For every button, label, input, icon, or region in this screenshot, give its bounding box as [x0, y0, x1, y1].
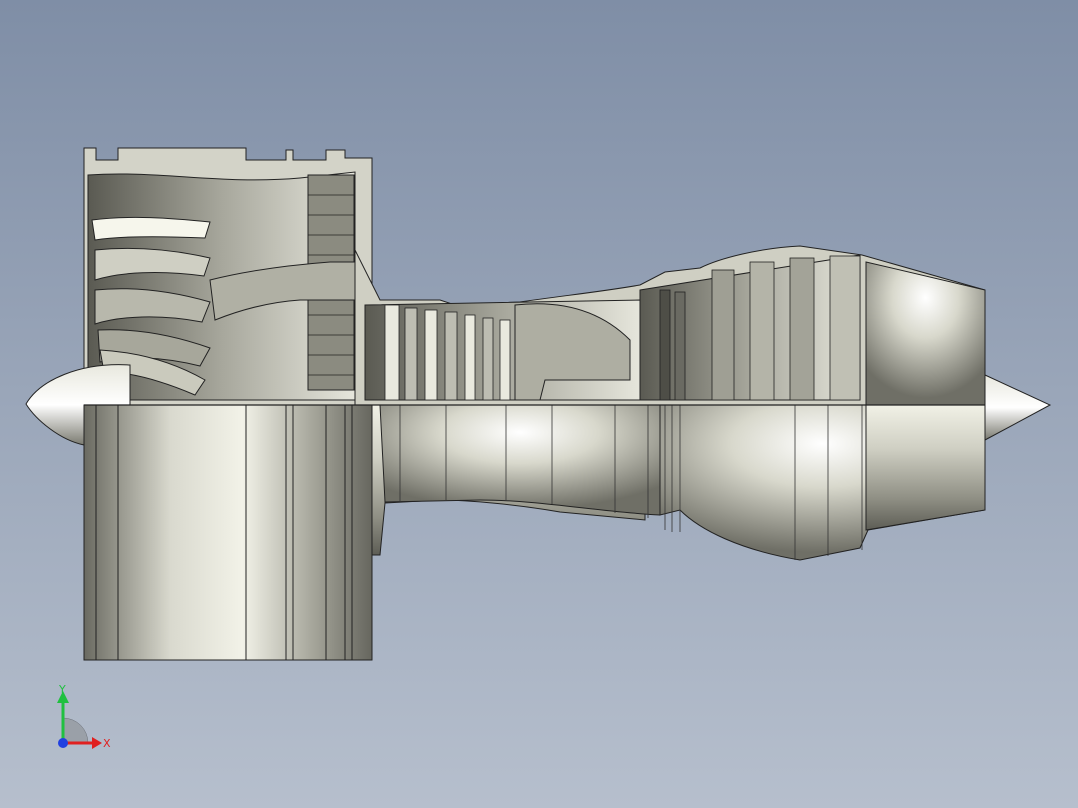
triad-sector [62, 717, 89, 744]
graphics-viewport[interactable]: Y X [0, 0, 1078, 808]
nozzle-upper [865, 261, 986, 406]
coordinate-triad: Y X [57, 685, 111, 750]
core-waist [379, 404, 661, 516]
z-axis-dot [58, 738, 68, 748]
y-axis-label: Y [58, 685, 66, 696]
x-axis-arrow [92, 737, 102, 749]
x-axis-label: X [103, 737, 111, 750]
nozzle-lower [865, 404, 986, 531]
fan-casing-lower [83, 404, 373, 661]
tail-cone [984, 374, 1052, 441]
engine-model[interactable] [0, 0, 1078, 808]
